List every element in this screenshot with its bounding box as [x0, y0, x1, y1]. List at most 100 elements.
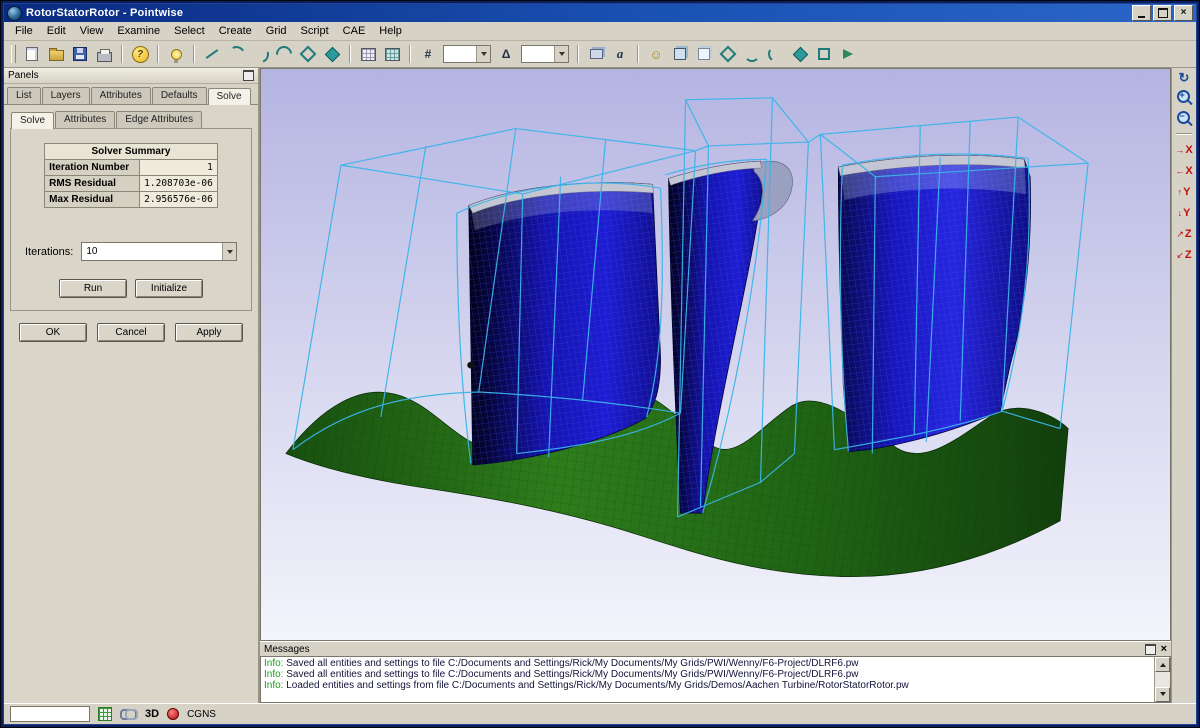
- run-button[interactable]: Run: [59, 279, 127, 298]
- save-disk-icon: [73, 47, 87, 61]
- menu-script[interactable]: Script: [294, 23, 336, 39]
- dimension-combo[interactable]: [443, 45, 491, 63]
- solver-summary-table: Solver Summary Iteration Number 1 RMS Re…: [44, 143, 218, 208]
- grid-refine-icon: [385, 48, 400, 61]
- tab-attributes[interactable]: Attributes: [91, 87, 151, 104]
- view-plus-z-button[interactable]: ↗Z: [1174, 225, 1194, 242]
- menu-grid[interactable]: Grid: [259, 23, 294, 39]
- messages-scrollbar[interactable]: [1154, 657, 1170, 702]
- mask-connector-button[interactable]: [717, 43, 739, 65]
- cancel-button[interactable]: Cancel: [97, 323, 165, 342]
- max-residual-value: 2.956576e-06: [140, 192, 218, 208]
- toolbar-separator: [349, 45, 351, 63]
- mask-block-button[interactable]: [669, 43, 691, 65]
- line-icon: [205, 47, 219, 61]
- maximize-icon: [1158, 8, 1168, 18]
- mode-indicator[interactable]: 3D: [145, 708, 159, 720]
- mask-face-button[interactable]: ☺: [645, 43, 667, 65]
- menu-examine[interactable]: Examine: [110, 23, 167, 39]
- subtab-solve[interactable]: Solve: [11, 112, 54, 129]
- save-file-button[interactable]: [69, 43, 91, 65]
- layers-button[interactable]: [585, 43, 607, 65]
- curve-icon: [226, 44, 247, 65]
- messages-close-icon[interactable]: ×: [1161, 644, 1167, 654]
- maximize-button[interactable]: [1153, 5, 1172, 21]
- panels-float-icon[interactable]: [243, 70, 254, 81]
- reset-view-button[interactable]: ↻: [1179, 71, 1190, 85]
- create-domain-button[interactable]: [321, 43, 343, 65]
- snap-grid-icon[interactable]: [98, 707, 112, 721]
- tab-defaults[interactable]: Defaults: [152, 87, 207, 104]
- minimize-button[interactable]: [1132, 5, 1151, 21]
- iterations-value: 10: [82, 246, 222, 257]
- spacing-combo-arrow[interactable]: [554, 46, 568, 62]
- command-input[interactable]: [10, 706, 90, 722]
- print-button[interactable]: [93, 43, 115, 65]
- close-button[interactable]: ×: [1174, 5, 1193, 21]
- help-button[interactable]: ?: [129, 43, 151, 65]
- menu-file[interactable]: File: [8, 23, 40, 39]
- menu-help[interactable]: Help: [372, 23, 409, 39]
- layers-icon: [590, 49, 603, 59]
- annotation-button[interactable]: a: [609, 43, 631, 65]
- point-entity[interactable]: [467, 362, 474, 369]
- app-icon: [7, 6, 22, 21]
- spacing-combo[interactable]: [521, 45, 569, 63]
- mask-point-button[interactable]: [789, 43, 811, 65]
- scroll-up-button[interactable]: [1155, 657, 1170, 672]
- menu-select[interactable]: Select: [167, 23, 212, 39]
- menu-view[interactable]: View: [73, 23, 111, 39]
- view-minus-y-button[interactable]: ↓Y: [1174, 204, 1194, 221]
- mask-curve-button[interactable]: [741, 43, 763, 65]
- subtab-edge-attributes[interactable]: Edge Attributes: [116, 111, 202, 128]
- scroll-down-icon: [1160, 692, 1166, 699]
- initialize-button[interactable]: Initialize: [135, 279, 203, 298]
- create-line-button[interactable]: [201, 43, 223, 65]
- menu-edit[interactable]: Edit: [40, 23, 73, 39]
- mask-flag-button[interactable]: [837, 43, 859, 65]
- dimension-button[interactable]: #: [417, 43, 439, 65]
- subtab-attributes[interactable]: Attributes: [55, 111, 115, 128]
- create-spline-button[interactable]: [249, 43, 271, 65]
- messages-log[interactable]: Info: Saved all entities and settings to…: [260, 656, 1171, 703]
- tab-solve[interactable]: Solve: [208, 88, 251, 105]
- new-file-button[interactable]: [21, 43, 43, 65]
- toolbar-grip[interactable]: [11, 45, 16, 63]
- tab-layers[interactable]: Layers: [42, 87, 90, 104]
- view-plus-x-button[interactable]: →X: [1174, 141, 1194, 158]
- ok-button[interactable]: OK: [19, 323, 87, 342]
- create-surface-button[interactable]: [297, 43, 319, 65]
- zoom-out-button[interactable]: −: [1176, 110, 1193, 127]
- zoom-in-button[interactable]: +: [1176, 89, 1193, 106]
- panels-dock-header[interactable]: Panels: [4, 68, 258, 84]
- 3d-viewport[interactable]: [260, 68, 1171, 641]
- mask-domain-button[interactable]: [693, 43, 715, 65]
- mask-plane-button[interactable]: [813, 43, 835, 65]
- create-curve-button[interactable]: [225, 43, 247, 65]
- lamp-icon: [171, 49, 182, 60]
- menu-create[interactable]: Create: [212, 23, 259, 39]
- messages-header[interactable]: Messages ×: [260, 641, 1171, 656]
- record-icon[interactable]: [167, 708, 179, 720]
- iterations-combo-arrow[interactable]: [222, 243, 236, 260]
- open-file-button[interactable]: [45, 43, 67, 65]
- tab-list[interactable]: List: [7, 87, 41, 104]
- view-minus-x-button[interactable]: ←X: [1174, 162, 1194, 179]
- connector-curve2-icon: [767, 45, 786, 64]
- dimension-combo-arrow[interactable]: [476, 46, 490, 62]
- grid-solve-button[interactable]: [357, 43, 379, 65]
- menu-cae[interactable]: CAE: [336, 23, 373, 39]
- messages-float-icon[interactable]: [1145, 644, 1156, 655]
- display-attributes-button[interactable]: [165, 43, 187, 65]
- iterations-combo[interactable]: 10: [81, 242, 237, 261]
- view-minus-z-button[interactable]: ↙Z: [1174, 246, 1194, 263]
- mask-curve2-button[interactable]: [765, 43, 787, 65]
- panels-dock-title: Panels: [8, 70, 39, 81]
- apply-button[interactable]: Apply: [175, 323, 243, 342]
- grid-refine-button[interactable]: [381, 43, 403, 65]
- link-icon[interactable]: [120, 709, 137, 720]
- create-arc-button[interactable]: [273, 43, 295, 65]
- spacing-button[interactable]: Δ: [495, 43, 517, 65]
- scroll-down-button[interactable]: [1155, 687, 1170, 702]
- view-plus-y-button[interactable]: ↑Y: [1174, 183, 1194, 200]
